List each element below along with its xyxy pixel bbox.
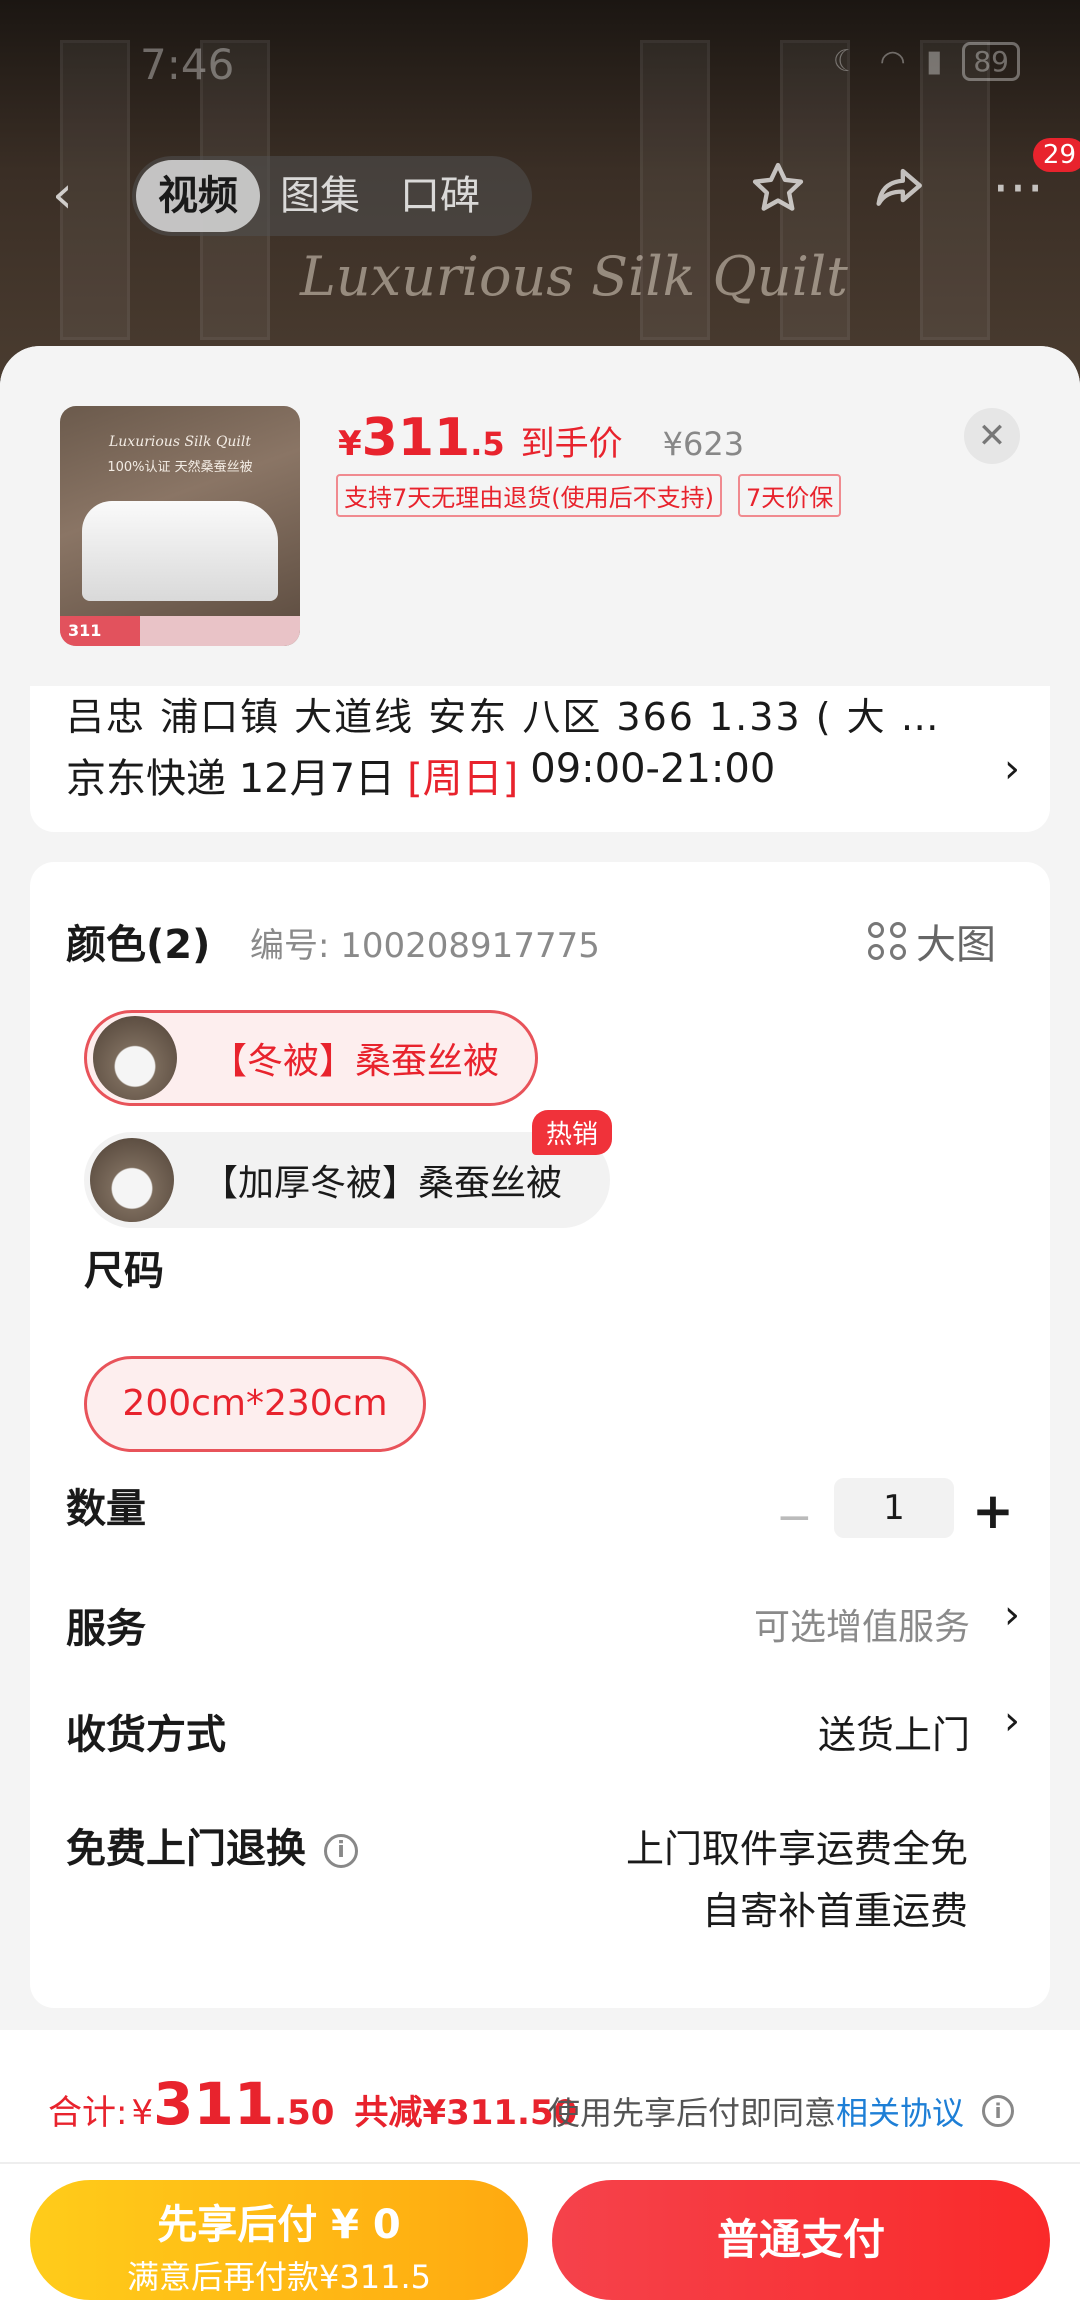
sim-icon: ▮ (925, 44, 943, 79)
product-thumbnail[interactable]: Luxurious Silk Quilt 100%认证 天然桑蚕丝被 311 (60, 406, 300, 646)
color-section-title: 颜色(2) (66, 922, 211, 968)
total-decimal: .50 (274, 2093, 335, 2133)
star-icon[interactable] (746, 156, 810, 220)
battery-icon: 89 (962, 42, 1020, 81)
sku-number: 编号: 100208917775 (250, 926, 600, 966)
size-option[interactable]: 200cm*230cm (84, 1356, 426, 1452)
thumb-title: Luxurious Silk Quilt (108, 434, 252, 450)
service-tags: 支持7天无理由退货(使用后不支持) 7天价保 (336, 474, 842, 517)
quilt-image (82, 501, 278, 601)
spec-card: 颜色(2) 编号: 100208917775 大图 【冬被】桑蚕丝被 【加厚冬被… (30, 862, 1050, 2008)
price-currency: ¥ (338, 424, 362, 464)
price-label: 到手价 (520, 424, 623, 464)
receive-method-label: 收货方式 (66, 1712, 226, 1758)
notification-badge: 29 (1032, 138, 1080, 172)
total-label: 合计: (48, 2093, 128, 2133)
chevron-right-icon: › (1004, 746, 1020, 792)
top-nav: ‹ 视频 图集 口碑 ··· 29 (0, 138, 1080, 240)
price-row: ¥ 311 .5 到手价 ¥623 (338, 408, 744, 468)
chevron-right-icon: › (1004, 1592, 1020, 1638)
sku-sheet: 吕忠 浦口镇 大道线 安东 八区 366 1.33 ( 大 … 京东快递 12月… (0, 346, 1080, 2310)
agreement-text: 使用先享后付即同意 相关协议 i (548, 2088, 1015, 2134)
color-option-label: 【加厚冬被】桑蚕丝被 (202, 1163, 563, 1204)
quantity-increase-button[interactable]: + (972, 1482, 1014, 1540)
video-overlay-text: Luxurious Silk Quilt (300, 245, 848, 308)
size-section-title: 尺码 (84, 1248, 164, 1294)
share-icon[interactable] (866, 156, 930, 220)
total-discount: 共减¥311.50 (354, 2093, 578, 2133)
address-line: 吕忠 浦口镇 大道线 安东 八区 366 1.33 ( 大 … (66, 695, 941, 739)
info-icon[interactable]: i (324, 1834, 358, 1868)
thumb-subtitle: 100%认证 天然桑蚕丝被 (107, 460, 253, 475)
info-icon[interactable]: i (982, 2095, 1015, 2127)
thumb-price: 311 (60, 616, 140, 646)
status-bar: 7:46 ☾ ◠ ▮ 89 (0, 0, 1080, 130)
pay-later-button[interactable]: 先享后付 ¥ 0 满意后再付款¥311.5 (30, 2180, 528, 2300)
agreement-prefix: 使用先享后付即同意 (548, 2094, 837, 2132)
color-option-label: 【冬被】桑蚕丝被 (211, 1041, 500, 1082)
share-icon-svg (876, 168, 922, 206)
price-integer: 311 (361, 408, 471, 468)
checkout-bar: 合计: ¥ 311 .50 共减¥311.50 使用先享后付即同意 相关协议 i… (0, 2030, 1080, 2310)
more-icon[interactable]: ··· 29 (986, 138, 1080, 220)
big-picture-button[interactable]: 大图 (868, 912, 996, 970)
delivery-info: 京东快递 12月7日 [周日] 09:00-21:00 (66, 746, 775, 804)
return-line-2: 自寄补首重运费 (701, 1889, 968, 1933)
color-option-thick-winter[interactable]: 【加厚冬被】桑蚕丝被 热销 (84, 1110, 612, 1228)
total-row: 合计: ¥ 311 .50 共减¥311.50 (48, 2070, 577, 2138)
grid-view-icon (868, 922, 906, 960)
total-integer: 311 (153, 2070, 275, 2138)
price-decimal: .5 (470, 425, 505, 463)
chevron-right-icon: › (1004, 1698, 1020, 1744)
big-picture-label: 大图 (916, 922, 996, 968)
tab-gallery[interactable]: 图集 (260, 160, 380, 232)
normal-pay-button[interactable]: 普通支付 (552, 2180, 1050, 2300)
nav-actions: ··· 29 (746, 138, 1080, 220)
delivery-carrier-date: 京东快递 12月7日 (66, 756, 396, 802)
free-return-label: 免费上门退换 (66, 1826, 306, 1872)
star-icon-svg (752, 162, 804, 211)
status-icons: ☾ ◠ ▮ 89 (833, 42, 1020, 81)
delivery-time-window: 09:00-21:00 (530, 746, 776, 792)
close-icon[interactable]: ✕ (964, 408, 1020, 464)
tab-reviews[interactable]: 口碑 (380, 160, 500, 232)
product-header: Luxurious Silk Quilt 100%认证 天然桑蚕丝被 311 ¥… (0, 346, 1080, 686)
free-return-row: 免费上门退换 i (66, 1816, 358, 1874)
color-option-image (90, 1138, 174, 1222)
return-line-1: 上门取件享运费全免 (625, 1827, 968, 1871)
pay-later-title: 先享后付 ¥ 0 (157, 2202, 401, 2248)
quantity-label: 数量 (66, 1486, 146, 1532)
divider (0, 2162, 1080, 2164)
quantity-decrease-button[interactable]: − (776, 1492, 813, 1543)
price-protect-tag: 7天价保 (738, 474, 842, 517)
tab-video[interactable]: 视频 (136, 160, 260, 232)
pay-later-subtitle: 满意后再付款¥311.5 (127, 2258, 431, 2296)
agreement-link[interactable]: 相关协议 (836, 2088, 964, 2134)
quantity-input[interactable]: 1 (834, 1478, 954, 1538)
service-value[interactable]: 可选增值服务 (754, 1598, 970, 1650)
delivery-day: [周日] (407, 756, 519, 802)
return-policy-tag: 支持7天无理由退货(使用后不支持) (336, 474, 722, 517)
service-label: 服务 (66, 1606, 146, 1652)
back-icon[interactable]: ‹ (52, 168, 102, 222)
hot-sale-badge: 热销 (531, 1110, 612, 1155)
receive-method-value[interactable]: 送货上门 (818, 1704, 970, 1759)
color-option-winter[interactable]: 【冬被】桑蚕丝被 (84, 1010, 538, 1106)
media-tabs: 视频 图集 口碑 (132, 156, 532, 236)
status-time: 7:46 (140, 40, 235, 89)
original-price: ¥623 (662, 425, 745, 463)
wifi-icon: ◠ (879, 44, 906, 79)
total-currency: ¥ (131, 2093, 154, 2133)
dnd-icon: ☾ (832, 44, 860, 79)
color-option-image (93, 1016, 177, 1100)
